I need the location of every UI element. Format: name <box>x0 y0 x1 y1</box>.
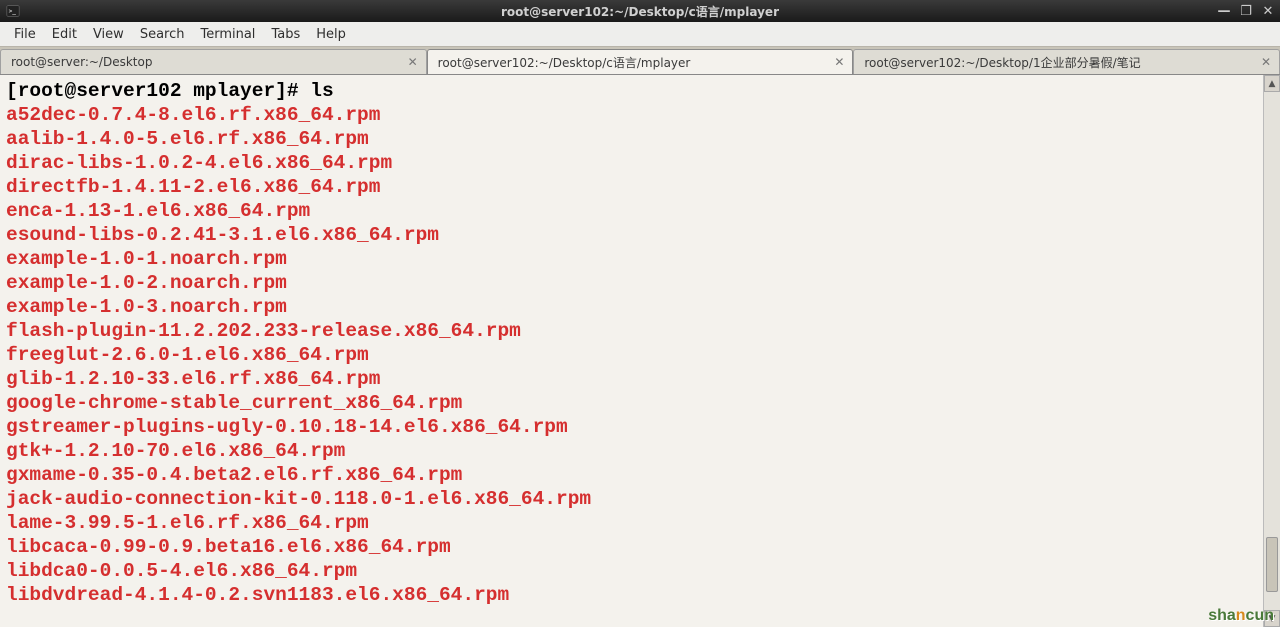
svg-text:>_: >_ <box>9 8 17 15</box>
file-entry: libdvdread-4.1.4-0.2.svn1183.el6.x86_64.… <box>6 583 1274 607</box>
tab-label: root@server102:~/Desktop/1企业部分暑假/笔记 <box>864 54 1253 71</box>
file-entry: gstreamer-plugins-ugly-0.10.18-14.el6.x8… <box>6 415 1274 439</box>
shell-prompt: [root@server102 mplayer]# <box>6 80 310 102</box>
scroll-track[interactable] <box>1264 92 1280 610</box>
tab-close-icon[interactable]: ✕ <box>1259 55 1273 69</box>
menu-tabs[interactable]: Tabs <box>263 25 308 44</box>
minimize-button[interactable]: — <box>1216 3 1232 19</box>
file-entry: flash-plugin-11.2.202.233-release.x86_64… <box>6 319 1274 343</box>
tab-bar: root@server:~/Desktop ✕ root@server102:~… <box>0 47 1280 75</box>
tab-item-active[interactable]: root@server102:~/Desktop/c语言/mplayer ✕ <box>427 49 854 74</box>
maximize-button[interactable]: ❐ <box>1238 3 1254 19</box>
file-entry: google-chrome-stable_current_x86_64.rpm <box>6 391 1274 415</box>
tab-item[interactable]: root@server102:~/Desktop/1企业部分暑假/笔记 ✕ <box>853 49 1280 74</box>
terminal-app-icon: >_ <box>3 1 23 21</box>
terminal-output[interactable]: [root@server102 mplayer]# lsa52dec-0.7.4… <box>0 75 1280 627</box>
menu-file[interactable]: File <box>6 25 44 44</box>
menu-terminal[interactable]: Terminal <box>192 25 263 44</box>
tab-label: root@server:~/Desktop <box>11 55 400 69</box>
scroll-thumb[interactable] <box>1266 537 1278 592</box>
file-entry: gxmame-0.35-0.4.beta2.el6.rf.x86_64.rpm <box>6 463 1274 487</box>
menu-search[interactable]: Search <box>132 25 193 44</box>
file-entry: example-1.0-2.noarch.rpm <box>6 271 1274 295</box>
file-entry: libcaca-0.99-0.9.beta16.el6.x86_64.rpm <box>6 535 1274 559</box>
menu-help[interactable]: Help <box>308 25 354 44</box>
file-entry: example-1.0-1.noarch.rpm <box>6 247 1274 271</box>
window-title: root@server102:~/Desktop/c语言/mplayer <box>501 3 779 20</box>
file-entry: dirac-libs-1.0.2-4.el6.x86_64.rpm <box>6 151 1274 175</box>
file-entry: aalib-1.4.0-5.el6.rf.x86_64.rpm <box>6 127 1274 151</box>
file-entry: jack-audio-connection-kit-0.118.0-1.el6.… <box>6 487 1274 511</box>
file-entry: enca-1.13-1.el6.x86_64.rpm <box>6 199 1274 223</box>
window-controls: — ❐ ✕ <box>1216 3 1276 19</box>
tab-close-icon[interactable]: ✕ <box>832 55 846 69</box>
menu-bar: File Edit View Search Terminal Tabs Help <box>0 22 1280 47</box>
menu-edit[interactable]: Edit <box>44 25 85 44</box>
file-entry: example-1.0-3.noarch.rpm <box>6 295 1274 319</box>
file-entry: freeglut-2.6.0-1.el6.x86_64.rpm <box>6 343 1274 367</box>
shell-command: ls <box>310 80 333 102</box>
file-entry: directfb-1.4.11-2.el6.x86_64.rpm <box>6 175 1274 199</box>
scroll-down-button[interactable]: ▼ <box>1264 610 1280 627</box>
menu-view[interactable]: View <box>85 25 132 44</box>
file-entry: gtk+-1.2.10-70.el6.x86_64.rpm <box>6 439 1274 463</box>
tab-label: root@server102:~/Desktop/c语言/mplayer <box>438 54 827 71</box>
close-button[interactable]: ✕ <box>1260 3 1276 19</box>
file-entry: esound-libs-0.2.41-3.1.el6.x86_64.rpm <box>6 223 1274 247</box>
file-entry: a52dec-0.7.4-8.el6.rf.x86_64.rpm <box>6 103 1274 127</box>
file-entry: lame-3.99.5-1.el6.rf.x86_64.rpm <box>6 511 1274 535</box>
tab-close-icon[interactable]: ✕ <box>406 55 420 69</box>
file-entry: glib-1.2.10-33.el6.rf.x86_64.rpm <box>6 367 1274 391</box>
window-titlebar: >_ root@server102:~/Desktop/c语言/mplayer … <box>0 0 1280 22</box>
file-entry: libdca0-0.0.5-4.el6.x86_64.rpm <box>6 559 1274 583</box>
tab-item[interactable]: root@server:~/Desktop ✕ <box>0 49 427 74</box>
terminal-scrollbar[interactable]: ▲ ▼ <box>1263 75 1280 627</box>
scroll-up-button[interactable]: ▲ <box>1264 75 1280 92</box>
